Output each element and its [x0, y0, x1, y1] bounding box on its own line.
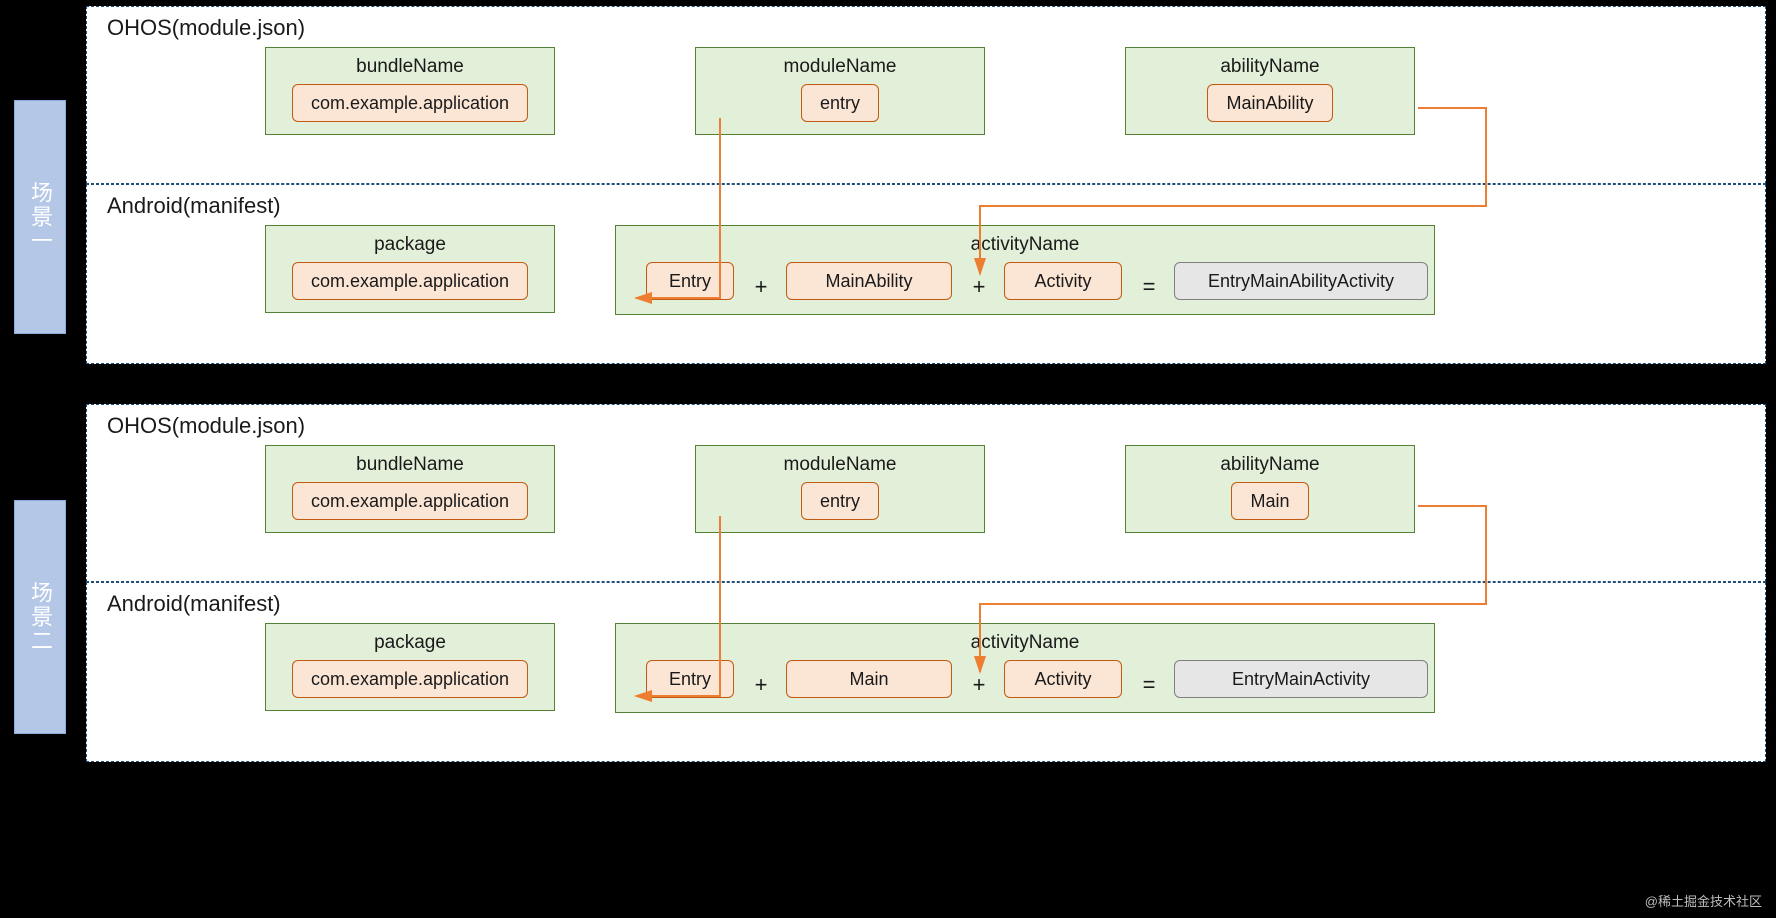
group-activity-name: activityName Entry + Main + Activity = E…: [615, 623, 1435, 713]
group-bundle-name: bundleName com.example.application: [265, 445, 555, 533]
chip-part-mainability: MainAbility: [786, 262, 952, 300]
panel-s1-ohos: OHOS(module.json) bundleName com.example…: [86, 6, 1766, 184]
side-label-text: 场景一: [24, 181, 56, 253]
group-module-name: moduleName entry: [695, 47, 985, 135]
chip-result: EntryMainAbilityActivity: [1174, 262, 1428, 300]
op-plus: +: [746, 672, 776, 698]
panel-s1-android: Android(manifest) package com.example.ap…: [86, 184, 1766, 364]
watermark: @稀土掘金技术社区: [1645, 891, 1762, 910]
chip-result: EntryMainActivity: [1174, 660, 1428, 698]
panel-title: Android(manifest): [107, 193, 1747, 219]
chip-part-activity: Activity: [1004, 262, 1122, 300]
chip-part-activity: Activity: [1004, 660, 1122, 698]
group-package: package com.example.application: [265, 225, 555, 313]
chip-module-value: entry: [801, 84, 879, 122]
group-module-name: moduleName entry: [695, 445, 985, 533]
side-label-scenario-2: 场景二: [14, 500, 66, 734]
group-title: package: [278, 632, 542, 654]
chip-part-main: Main: [786, 660, 952, 698]
group-title: moduleName: [708, 454, 972, 476]
op-plus: +: [746, 274, 776, 300]
chip-bundle-value: com.example.application: [292, 482, 528, 520]
op-plus: +: [964, 274, 994, 300]
group-title: activityName: [628, 234, 1422, 256]
chip-ability-value: Main: [1231, 482, 1308, 520]
chip-bundle-value: com.example.application: [292, 84, 528, 122]
chip-module-value: entry: [801, 482, 879, 520]
chip-part-entry: Entry: [646, 262, 734, 300]
group-title: bundleName: [278, 56, 542, 78]
panel-title: OHOS(module.json): [107, 413, 1747, 439]
group-package: package com.example.application: [265, 623, 555, 711]
group-ability-name: abilityName Main: [1125, 445, 1415, 533]
group-activity-name: activityName Entry + MainAbility + Activ…: [615, 225, 1435, 315]
op-eq: =: [1134, 274, 1164, 300]
panel-s2-android: Android(manifest) package com.example.ap…: [86, 582, 1766, 762]
group-bundle-name: bundleName com.example.application: [265, 47, 555, 135]
diagram-canvas: 场景一 OHOS(module.json) bundleName com.exa…: [0, 0, 1776, 918]
panel-title: OHOS(module.json): [107, 15, 1747, 41]
chip-part-entry: Entry: [646, 660, 734, 698]
group-title: package: [278, 234, 542, 256]
chip-package-value: com.example.application: [292, 262, 528, 300]
chip-ability-value: MainAbility: [1207, 84, 1332, 122]
group-title: abilityName: [1138, 454, 1402, 476]
op-eq: =: [1134, 672, 1164, 698]
group-title: abilityName: [1138, 56, 1402, 78]
side-label-text: 场景二: [24, 581, 56, 653]
group-ability-name: abilityName MainAbility: [1125, 47, 1415, 135]
group-title: bundleName: [278, 454, 542, 476]
chip-package-value: com.example.application: [292, 660, 528, 698]
group-title: activityName: [628, 632, 1422, 654]
op-plus: +: [964, 672, 994, 698]
panel-title: Android(manifest): [107, 591, 1747, 617]
group-title: moduleName: [708, 56, 972, 78]
side-label-scenario-1: 场景一: [14, 100, 66, 334]
panel-s2-ohos: OHOS(module.json) bundleName com.example…: [86, 404, 1766, 582]
